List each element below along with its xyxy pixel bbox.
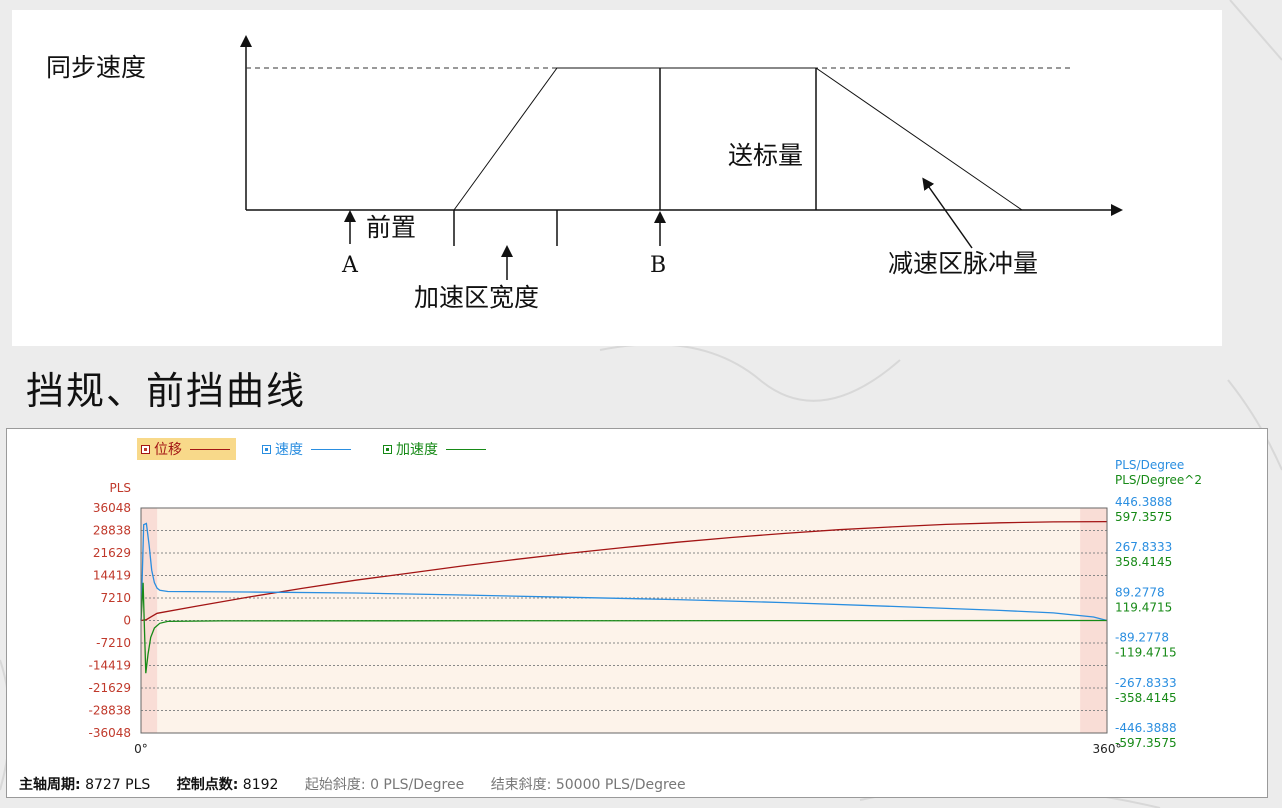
right-tick-label-acceleration: -358.4145 [1115, 691, 1177, 705]
right-tick-label-acceleration: 119.4715 [1115, 600, 1172, 614]
chart-legend: 位移 速度 加速度 [137, 438, 514, 460]
right-tick-label-acceleration: 597.3575 [1115, 510, 1172, 524]
right-axis-velocity-unit: PLS/Degree [1115, 458, 1184, 472]
arrow-decel-pulses [922, 177, 973, 249]
legend-item-displacement[interactable]: 位移 [137, 438, 236, 460]
label-point-b: B [650, 253, 666, 278]
legend-line-acceleration [446, 448, 486, 450]
left-tick-label: 28838 [93, 524, 131, 538]
footer-end-slope-value: 50000 PLS/Degree [555, 777, 686, 793]
right-tick-label-velocity: 89.2778 [1115, 585, 1165, 599]
label-front-offset: 前置 [366, 213, 416, 242]
left-tick-label: 21629 [93, 546, 131, 560]
label-decel-pulses: 减速区脉冲量 [888, 249, 1038, 278]
left-tick-label: 0 [123, 614, 131, 628]
left-tick-label: 14419 [93, 569, 131, 583]
legend-label-acceleration: 加速度 [396, 442, 438, 458]
footer-start-slope-value: 0 PLS/Degree [370, 777, 465, 793]
section-heading: 挡规、前挡曲线 [26, 369, 307, 413]
left-axis-unit: PLS [109, 481, 131, 495]
label-sync-speed: 同步速度 [46, 53, 146, 82]
footer-period-value: 8727 PLS [85, 777, 151, 793]
right-tick-label-acceleration: -119.4715 [1115, 646, 1177, 660]
x-tick-label-start: 0° [134, 742, 148, 756]
right-tick-label-velocity: 267.8333 [1115, 540, 1172, 554]
left-tick-label: -28838 [88, 703, 131, 717]
legend-item-acceleration[interactable]: 加速度 [379, 438, 492, 460]
cam-curve-chart: 36048 28838 21629 14419 7210 0 -7210 -14419 -216… [6, 428, 1268, 798]
label-point-a: A [341, 253, 359, 278]
left-tick-label: 36048 [93, 501, 131, 515]
right-tick-label-velocity: -89.2778 [1115, 631, 1169, 645]
speed-profile-line [453, 67, 1023, 211]
footer-start-slope-label: 起始斜度: [304, 777, 366, 793]
legend-swatch-displacement [141, 444, 150, 454]
legend-item-velocity[interactable]: 速度 [258, 438, 357, 460]
right-tick-label-acceleration: 358.4145 [1115, 555, 1172, 569]
left-tick-label: 7210 [100, 591, 131, 605]
x-tick-label-end: 360° [1093, 742, 1122, 756]
right-tick-label-velocity: -267.8333 [1115, 676, 1177, 690]
right-tick-label-velocity: 446.3888 [1115, 495, 1172, 509]
right-axis-acceleration-unit: PLS/Degree^2 [1115, 473, 1202, 487]
speed-profile-diagram: 同步速度 前置 A 加速区宽度 B 送标量 减速区脉冲量 [12, 10, 1222, 346]
label-accel-width: 加速区宽度 [414, 283, 539, 312]
footer-period-label: 主轴周期: [19, 777, 81, 793]
right-tick-label-velocity: -446.3888 [1115, 721, 1177, 735]
left-tick-label: -14419 [88, 658, 131, 672]
left-tick-label: -7210 [96, 636, 131, 650]
footer-end-slope-label: 结束斜度: [490, 777, 552, 793]
right-tick-label-acceleration: -597.3575 [1115, 736, 1177, 750]
legend-line-displacement [190, 448, 230, 450]
label-feed-amount: 送标量 [728, 141, 803, 170]
chart-footer: 主轴周期: 8727 PLS 控制点数: 8192 起始斜度: 0 PLS/De… [19, 774, 708, 794]
legend-swatch-velocity [262, 444, 271, 454]
cam-curve-plot: 36048 28838 21629 14419 7210 0 -7210 -14419 -216… [88, 458, 1202, 756]
footer-points-value: 8192 [242, 777, 279, 793]
legend-label-displacement: 位移 [154, 442, 182, 458]
legend-label-velocity: 速度 [275, 442, 303, 458]
legend-swatch-acceleration [383, 444, 392, 454]
speed-profile-svg: 同步速度 前置 A 加速区宽度 B 送标量 减速区脉冲量 [46, 35, 1123, 312]
left-tick-label: -36048 [88, 726, 131, 740]
footer-points-label: 控制点数: [176, 777, 239, 793]
legend-line-velocity [311, 448, 351, 450]
left-tick-label: -21629 [88, 681, 131, 695]
